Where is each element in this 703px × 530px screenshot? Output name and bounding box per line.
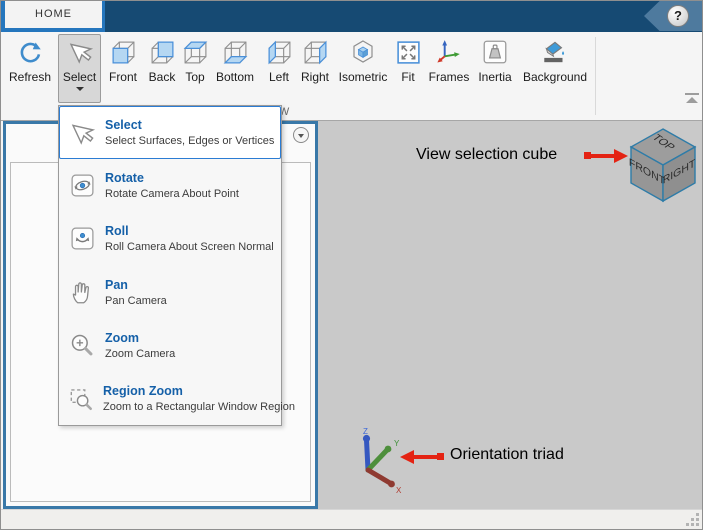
cube-back-icon <box>149 37 176 67</box>
refresh-icon <box>16 37 44 67</box>
menu-item-select[interactable]: Select Select Surfaces, Edges or Vertices <box>59 106 281 160</box>
rotate-icon <box>67 172 97 199</box>
toolbar-button-frames[interactable]: Frames <box>425 35 473 101</box>
cube-front-icon <box>110 37 137 67</box>
toolbar-button-label: Right <box>300 70 329 84</box>
menu-item-title: Select <box>105 118 142 133</box>
menu-item-text: Pan Pan Camera <box>105 278 167 307</box>
select-icon <box>67 119 97 147</box>
menu-item-pan[interactable]: Pan Pan Camera <box>59 266 281 319</box>
pan-icon <box>67 278 97 306</box>
tab-home[interactable]: HOME <box>5 1 102 28</box>
toolbar-button-label: Inertia <box>478 70 512 84</box>
toolbar-button-label: Refresh <box>8 70 52 84</box>
toolbar-button-label: Front <box>108 70 137 84</box>
toolbar-button-back[interactable]: Back <box>144 35 180 101</box>
toolbar-button-bottom[interactable]: Bottom <box>210 35 260 101</box>
annotation-view-cube: View selection cube <box>416 146 558 163</box>
region-zoom-icon <box>67 384 95 412</box>
menu-item-description: Zoom to a Rectangular Window Region <box>103 400 295 413</box>
menu-item-text: Roll Roll Camera About Screen Normal <box>105 224 274 253</box>
menu-item-title: Region Zoom <box>103 383 183 398</box>
triad-label-x: X <box>396 486 402 495</box>
toolbar-button-label: Top <box>185 70 205 84</box>
cube-left-icon <box>266 37 293 67</box>
menu-item-region-zoom[interactable]: Region Zoom Zoom to a Rectangular Window … <box>59 372 295 425</box>
ribbon-separator <box>595 37 596 115</box>
menu-item-text: Rotate Rotate Camera About Point <box>105 171 239 200</box>
menu-item-description: Roll Camera About Screen Normal <box>105 241 274 254</box>
menu-item-roll[interactable]: Roll Roll Camera About Screen Normal <box>59 212 281 265</box>
toolbar-button-label: Frames <box>428 70 470 84</box>
chevron-down-icon <box>298 133 304 138</box>
toolbar-button-inertia[interactable]: Inertia <box>473 35 517 101</box>
toolbar-button-label: Left <box>268 70 289 84</box>
toolbar-button-background[interactable]: Background <box>519 35 591 101</box>
frames-icon <box>435 37 463 67</box>
toolbar-button-label: Background <box>522 70 588 84</box>
collapse-ribbon-icon[interactable] <box>685 93 699 103</box>
fit-icon <box>395 37 422 67</box>
inertia-icon <box>481 37 509 67</box>
resize-grip[interactable] <box>686 513 699 526</box>
cube-bottom-icon <box>222 37 249 67</box>
menu-item-zoom[interactable]: Zoom Zoom Camera <box>59 319 281 372</box>
toolbar-button-isometric[interactable]: Isometric <box>334 35 392 101</box>
triad-label-y: Y <box>394 439 400 448</box>
roll-icon <box>67 225 97 252</box>
menu-item-description: Select Surfaces, Edges or Vertices <box>105 135 275 148</box>
menu-item-description: Rotate Camera About Point <box>105 188 239 201</box>
menu-item-description: Pan Camera <box>105 294 167 307</box>
toolbar-button-label: Bottom <box>215 70 254 84</box>
menu-item-text: Region Zoom Zoom to a Rectangular Window … <box>103 384 295 413</box>
menu-item-description: Zoom Camera <box>105 347 176 360</box>
toolbar-button-label: Fit <box>401 70 415 84</box>
chevron-down-icon <box>75 87 84 91</box>
background-icon <box>540 37 570 67</box>
menu-item-title: Rotate <box>105 171 144 186</box>
panel-collapse-button[interactable] <box>293 127 309 143</box>
title-bar: HOME ? <box>1 1 702 32</box>
select-icon <box>66 37 94 67</box>
cube-top-icon <box>182 37 209 67</box>
menu-item-title: Pan <box>105 277 128 292</box>
toolbar-button-right[interactable]: Right <box>295 35 335 101</box>
triad-label-z: Z <box>363 427 368 436</box>
menu-item-title: Zoom <box>105 330 140 345</box>
toolbar-button-label: Isometric <box>338 70 388 84</box>
cube-right-icon <box>302 37 329 67</box>
isometric-icon <box>349 37 377 67</box>
toolbar-button-left[interactable]: Left <box>262 35 296 101</box>
select-dropdown-menu: Select Select Surfaces, Edges or Vertices… <box>58 105 295 426</box>
mechanics-explorer-window: HOME ? Refresh Select Front Back Top Bot… <box>0 0 703 530</box>
toolbar-button-front[interactable]: Front <box>103 35 143 101</box>
status-bar <box>1 509 702 529</box>
annotation-triad: Orientation triad <box>450 446 564 463</box>
toolbar-button-label: Select <box>62 70 97 84</box>
view-selection-cube[interactable]: TOP FRONT RIGHT <box>628 127 700 205</box>
menu-item-title: Roll <box>105 224 129 239</box>
menu-item-text: Select Select Surfaces, Edges or Vertices <box>105 118 274 147</box>
menu-item-rotate[interactable]: Rotate Rotate Camera About Point <box>59 159 281 212</box>
toolbar-button-refresh[interactable]: Refresh <box>7 35 53 101</box>
toolbar-button-label: Back <box>148 70 176 84</box>
menu-item-text: Zoom Zoom Camera <box>105 331 175 360</box>
help-button[interactable]: ? <box>667 5 689 27</box>
toolbar-button-top[interactable]: Top <box>179 35 211 101</box>
toolbar-button-select[interactable]: Select <box>58 34 101 103</box>
orientation-triad: Z Y X <box>362 427 402 495</box>
toolbar-button-fit[interactable]: Fit <box>393 35 423 101</box>
zoom-icon <box>67 331 97 359</box>
